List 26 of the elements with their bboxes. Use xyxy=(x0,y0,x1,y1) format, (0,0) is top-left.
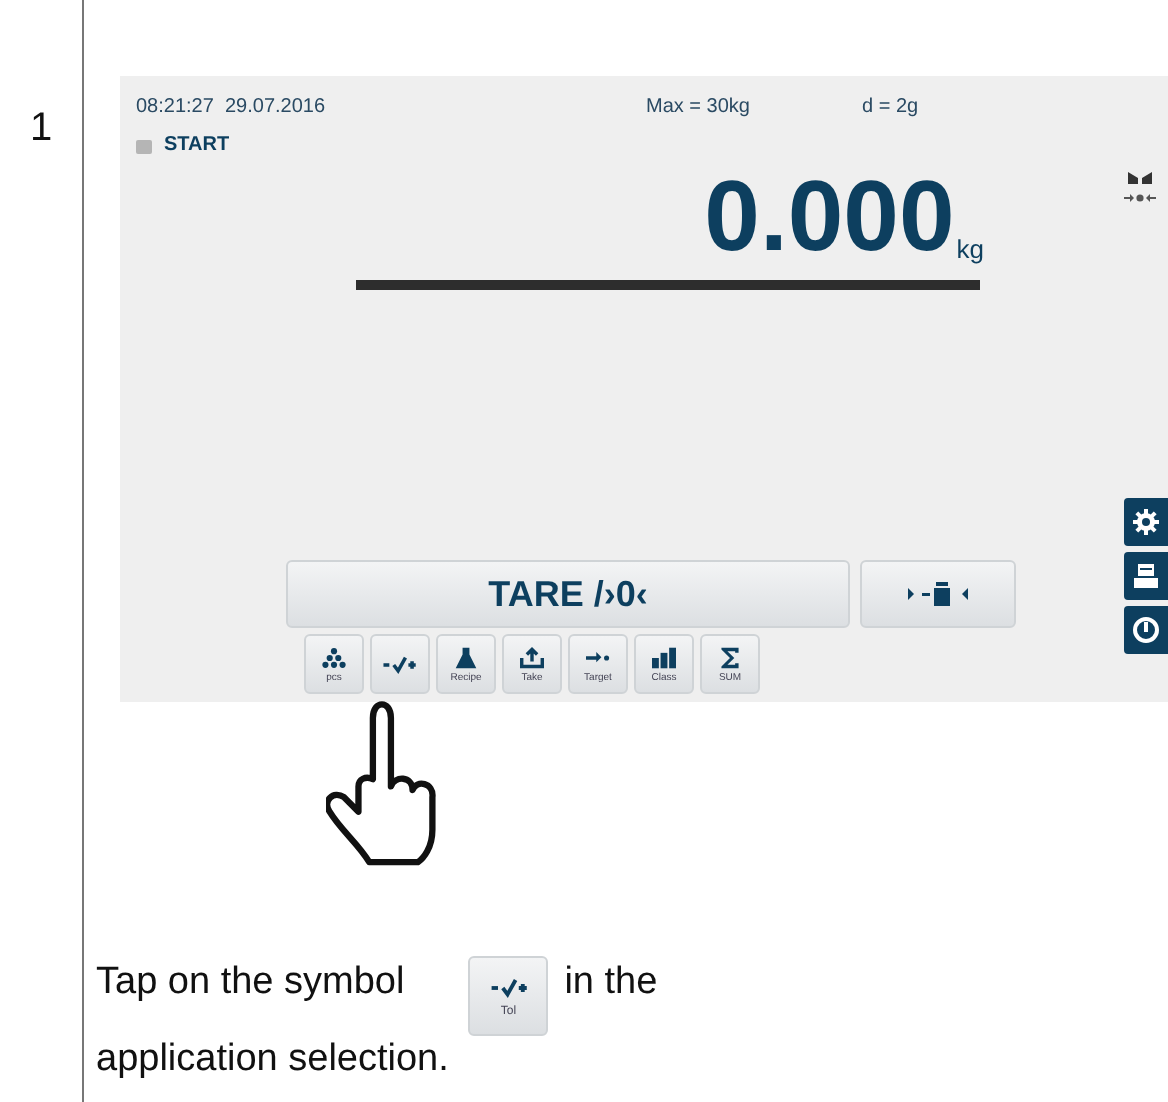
power-icon xyxy=(1132,616,1160,644)
zero-indicator-icon xyxy=(1124,192,1156,204)
bars-icon xyxy=(652,645,676,669)
step-number: 1 xyxy=(29,106,53,154)
settings-icon xyxy=(1132,508,1160,536)
zero-button[interactable] xyxy=(860,560,1016,628)
stability-icon xyxy=(1128,172,1152,184)
minus-check-plus-icon xyxy=(489,975,528,999)
printer-icon xyxy=(1132,562,1160,590)
settings-button[interactable] xyxy=(1124,498,1168,546)
sigma-icon xyxy=(718,645,742,669)
tray-upload-icon xyxy=(520,645,544,669)
division: d = 2g xyxy=(862,95,919,117)
tare-button[interactable]: TARE /›0‹ xyxy=(286,560,850,628)
status-label: START xyxy=(164,134,230,156)
weight-unit: kg xyxy=(956,234,984,264)
time-date: 08:21:27 29.07.2016 xyxy=(136,95,328,117)
flask-icon xyxy=(454,645,478,669)
max-capacity: Max = 30kg xyxy=(646,95,752,117)
weight-reading: 0.000 xyxy=(704,168,955,264)
print-button[interactable] xyxy=(1124,552,1168,600)
calibration-weight-icon xyxy=(904,582,972,606)
application-button[interactable] xyxy=(370,634,430,694)
power-button[interactable] xyxy=(1124,606,1168,654)
minus-check-plus-icon xyxy=(382,653,418,675)
dots-icon xyxy=(322,645,346,669)
